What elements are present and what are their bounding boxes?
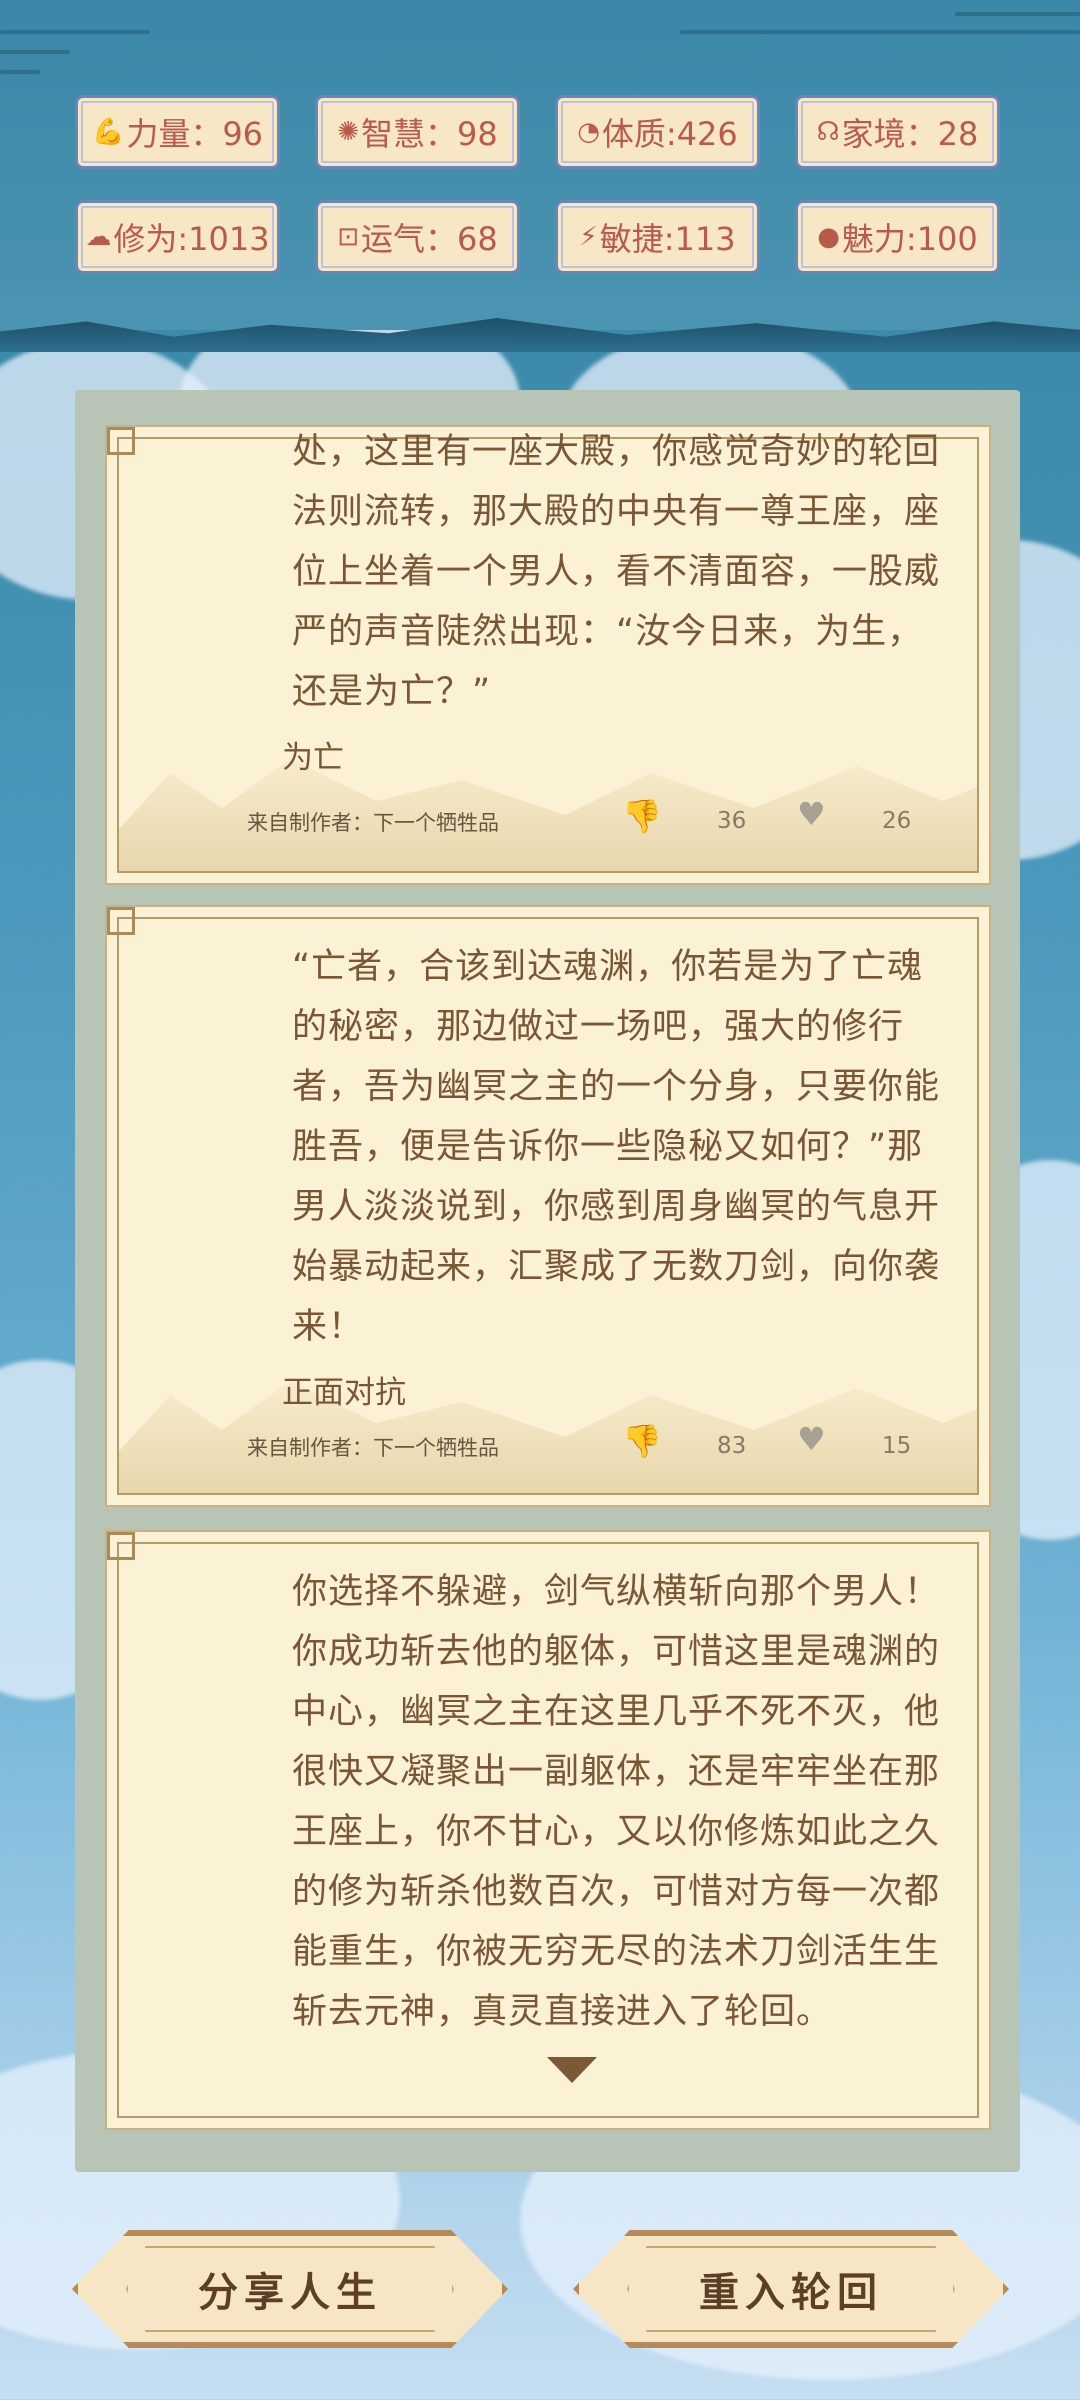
dislike-count: 83 bbox=[717, 1433, 747, 1459]
family-icon: ☊ bbox=[816, 117, 840, 147]
stat-family: ☊ 家境：28 bbox=[795, 95, 1000, 169]
share-life-button[interactable]: 分享人生 bbox=[72, 2230, 508, 2348]
choice-label: 为亡 bbox=[282, 740, 344, 776]
dislike-icon[interactable]: 👎 bbox=[622, 797, 662, 835]
stat-cultivation: ☁ 修为:1013 bbox=[75, 200, 280, 274]
strength-icon: 💪 bbox=[91, 117, 125, 147]
agility-icon: ⚡ bbox=[579, 222, 598, 252]
stat-constitution: ◔ 体质:426 bbox=[555, 95, 760, 169]
stat-strength: 💪 力量：96 bbox=[75, 95, 280, 169]
story-panel[interactable]: 处，这里有一座大殿，你感觉奇妙的轮回法则流转，那大殿的中央有一尊王座，座位上坐着… bbox=[75, 390, 1020, 2172]
story-card: “亡者，合该到达魂渊，你若是为了亡魂的秘密，那边做过一场吧，强大的修行者，吾为幽… bbox=[105, 905, 991, 1507]
author-label: 来自制作者：下一个牺牲品 bbox=[247, 1436, 499, 1460]
like-count: 26 bbox=[882, 808, 912, 834]
stat-luck: ⊡ 运气：68 bbox=[315, 200, 520, 274]
story-text: “亡者，合该到达魂渊，你若是为了亡魂的秘密，那边做过一场吧，强大的修行者，吾为幽… bbox=[292, 947, 941, 1347]
constitution-icon: ◔ bbox=[577, 117, 600, 147]
like-count: 15 bbox=[882, 1433, 912, 1459]
wisdom-icon: ✺ bbox=[337, 117, 360, 147]
story-text: 处，这里有一座大殿，你感觉奇妙的轮回法则流转，那大殿的中央有一尊王座，座位上坐着… bbox=[292, 432, 941, 712]
charm-icon: ● bbox=[817, 222, 840, 252]
stat-charm: ● 魅力:100 bbox=[795, 200, 1000, 274]
stat-wisdom: ✺ 智慧：98 bbox=[315, 95, 520, 169]
cultivation-icon: ☁ bbox=[85, 222, 112, 252]
story-text: 你选择不躲避，剑气纵横斩向那个男人！你成功斩去他的躯体，可惜这里是魂渊的中心，幽… bbox=[292, 1572, 941, 2032]
story-card: 你选择不躲避，剑气纵横斩向那个男人！你成功斩去他的躯体，可惜这里是魂渊的中心，幽… bbox=[105, 1530, 991, 2130]
stat-agility: ⚡ 敏捷:113 bbox=[555, 200, 760, 274]
author-label: 来自制作者：下一个牺牲品 bbox=[247, 811, 499, 835]
mountain-decoration bbox=[119, 759, 977, 871]
story-card: 处，这里有一座大殿，你感觉奇妙的轮回法则流转，那大殿的中央有一尊王座，座位上坐着… bbox=[105, 425, 991, 885]
mountain-decoration bbox=[119, 1381, 977, 1493]
restart-reincarnation-button[interactable]: 重入轮回 bbox=[573, 2230, 1009, 2348]
luck-icon: ⊡ bbox=[337, 222, 360, 252]
scroll-down-arrow-icon[interactable] bbox=[547, 2057, 597, 2083]
dislike-icon[interactable]: 👎 bbox=[622, 1422, 662, 1460]
choice-label: 正面对抗 bbox=[282, 1375, 406, 1411]
like-icon[interactable]: ♥ bbox=[797, 1420, 826, 1458]
like-icon[interactable]: ♥ bbox=[797, 795, 826, 833]
dislike-count: 36 bbox=[717, 808, 747, 834]
